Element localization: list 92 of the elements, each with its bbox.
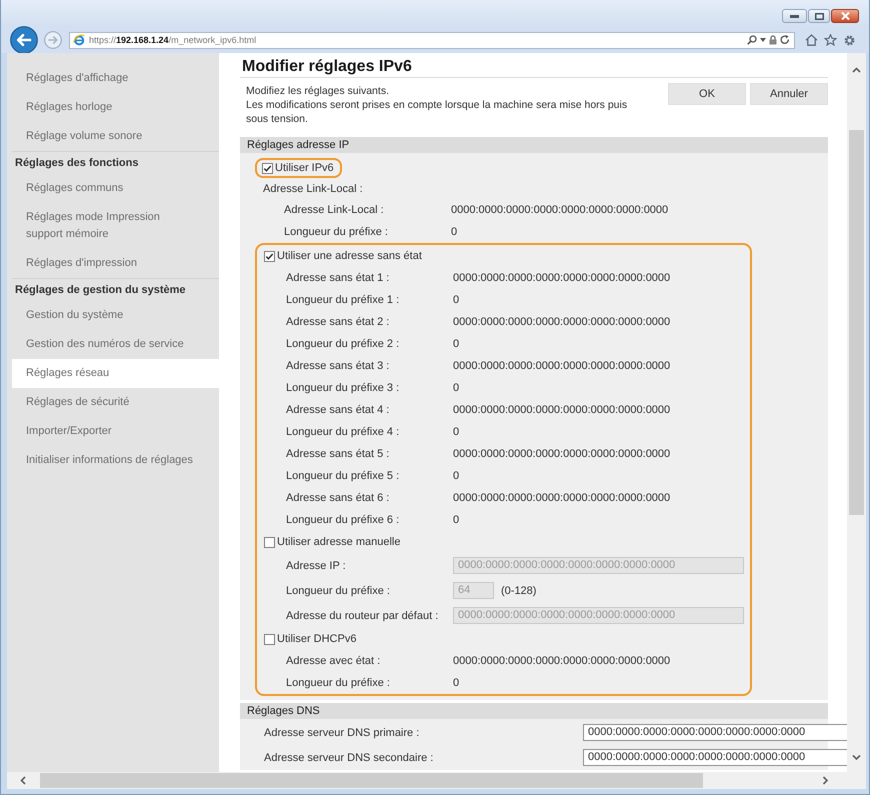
field-label: Longueur du préfixe : xyxy=(284,226,389,238)
sidebar-item[interactable]: Réglages mode Impression support mémoire xyxy=(12,203,219,249)
field-value: 0000:0000:0000:0000:0000:0000:0000:0000 xyxy=(453,272,670,284)
field-label: Longueur du préfixe 5 : xyxy=(286,470,400,482)
sidebar-item[interactable]: Initialiser informations de réglages xyxy=(12,446,219,475)
close-button[interactable] xyxy=(831,9,859,23)
field-value: 0 xyxy=(453,514,460,526)
minimize-button[interactable] xyxy=(782,9,807,23)
sidebar-item[interactable]: Réglages réseau xyxy=(12,359,219,388)
intro-text: Les modifications seront prises en compte lorsque la machine sera mise hors puis sous tension. xyxy=(246,98,628,126)
scrollbar-thumb[interactable] xyxy=(40,773,703,788)
field-value: 0000:0000:0000:0000:0000:0000:0000:0000 xyxy=(453,316,670,328)
page-title: Modifier réglages IPv6 xyxy=(240,53,828,78)
group-label: Adresse Link-Local : xyxy=(263,183,363,195)
scrollbar-thumb[interactable] xyxy=(849,130,864,515)
address-field[interactable]: https://192.168.1.24/m_network_ipv6.html xyxy=(69,32,795,48)
checkbox-label[interactable]: Utiliser adresse manuelle xyxy=(277,536,400,548)
caret-icon[interactable] xyxy=(760,38,766,42)
text-field[interactable]: 0000:0000:0000:0000:0000:0000:0000:0000 xyxy=(583,724,847,741)
section-header: Réglages adresse IP xyxy=(240,137,828,153)
field-label: Longueur du préfixe : xyxy=(286,677,391,689)
field-label: Longueur du préfixe 4 : xyxy=(286,426,400,438)
checkbox[interactable] xyxy=(264,536,275,548)
chevron-left-icon[interactable] xyxy=(20,776,27,785)
field-value: 0000:0000:0000:0000:0000:0000:0000:0000 xyxy=(453,492,670,504)
field-label: Adresse serveur DNS primaire : xyxy=(264,726,420,738)
sidebar-item[interactable]: Réglage volume sonore xyxy=(12,122,219,151)
sidebar-heading: Réglages de gestion du système xyxy=(14,283,187,298)
section-header: Réglages DNS xyxy=(240,703,828,719)
home-icon[interactable] xyxy=(805,34,818,46)
field-label: Adresse du routeur par défaut : xyxy=(286,610,440,622)
field-label: Longueur du préfixe 3 : xyxy=(286,382,400,394)
field-value: 0 xyxy=(453,338,460,350)
field-value: 0000:0000:0000:0000:0000:0000:0000:0000 xyxy=(453,404,670,416)
field-value: 0000:0000:0000:0000:0000:0000:0000:0000 xyxy=(451,204,668,216)
field-label: Adresse avec état : xyxy=(286,655,382,667)
field-value: 0 xyxy=(453,382,460,394)
back-icon[interactable] xyxy=(10,26,38,54)
field-label: Adresse serveur DNS secondaire : xyxy=(264,752,434,764)
sidebar-item[interactable]: Gestion des numéros de service xyxy=(12,330,219,359)
field-label: Adresse sans état 4 : xyxy=(286,404,390,416)
sidebar-item[interactable]: Importer/Exporter xyxy=(12,417,219,446)
field-label: Longueur du préfixe 6 : xyxy=(286,514,400,526)
checkbox[interactable] xyxy=(264,250,275,262)
field-label: Adresse IP : xyxy=(286,560,347,572)
text-field[interactable]: 0000:0000:0000:0000:0000:0000:0000:0000 xyxy=(583,749,847,766)
checkbox[interactable] xyxy=(262,162,273,174)
field-label: Adresse sans état 6 : xyxy=(286,492,390,504)
checkbox[interactable] xyxy=(264,634,275,644)
field-label: Adresse sans état 5 : xyxy=(286,448,390,460)
search-icon[interactable] xyxy=(747,35,757,45)
maximize-button[interactable] xyxy=(808,9,830,23)
checkbox-label[interactable]: Utiliser une adresse sans état xyxy=(277,250,422,262)
minimize-icon xyxy=(790,14,799,18)
field-value: 0 xyxy=(453,426,460,438)
field-label: Longueur du préfixe : xyxy=(286,584,391,596)
intro-text: Modifiez les réglages suivants. xyxy=(246,84,390,98)
field-label: Adresse Link-Local : xyxy=(284,204,385,216)
field-value: 0000:0000:0000:0000:0000:0000:0000:0000 xyxy=(453,360,670,372)
refresh-icon[interactable] xyxy=(780,35,790,45)
action-button[interactable]: Annuler xyxy=(750,83,828,105)
chevron-up-icon[interactable] xyxy=(852,66,861,74)
sidebar-item[interactable]: Réglages horloge xyxy=(12,93,219,122)
sidebar-item[interactable]: Réglages d'affichage xyxy=(12,64,219,93)
field-value: 0 xyxy=(453,677,460,689)
checkbox-label[interactable]: Utiliser DHCPv6 xyxy=(277,633,356,645)
browser-logo-icon xyxy=(73,34,85,46)
maximize-icon xyxy=(814,12,824,20)
close-icon xyxy=(840,12,850,20)
checkbox-label[interactable]: Utiliser IPv6 xyxy=(275,162,334,174)
chevron-right-icon[interactable] xyxy=(822,776,828,785)
field-label: Longueur du préfixe 2 : xyxy=(286,338,400,350)
settings-icon[interactable] xyxy=(843,34,856,46)
field-value: 0 xyxy=(453,470,460,482)
field-label: Adresse sans état 2 : xyxy=(286,316,390,328)
field-value: 0 xyxy=(451,226,458,238)
field-label: Longueur du préfixe 1 : xyxy=(286,294,400,306)
sidebar-item[interactable]: Réglages d'impression xyxy=(12,249,219,278)
chevron-down-icon[interactable] xyxy=(852,754,861,760)
field-label: Adresse sans état 1 : xyxy=(286,272,390,284)
lock-icon[interactable] xyxy=(769,35,777,45)
sidebar-item[interactable]: Réglages de sécurité xyxy=(12,388,219,417)
field-label: Adresse sans état 3 : xyxy=(286,360,390,372)
star-icon[interactable] xyxy=(824,34,837,46)
sidebar-item[interactable]: Gestion du système xyxy=(12,301,219,330)
sidebar-item[interactable]: Réglages communs xyxy=(12,174,219,203)
sidebar-heading: Réglages des fonctions xyxy=(14,156,140,171)
field-value: 0 xyxy=(453,294,460,306)
action-button[interactable]: OK xyxy=(668,83,746,105)
range-hint: (0-128) xyxy=(501,584,536,596)
field-value: 0000:0000:0000:0000:0000:0000:0000:0000 xyxy=(453,655,670,667)
field-value: 0000:0000:0000:0000:0000:0000:0000:0000 xyxy=(453,448,670,460)
